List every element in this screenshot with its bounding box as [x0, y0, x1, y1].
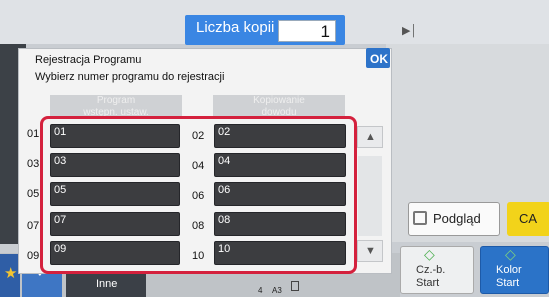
copies-value: 1: [320, 22, 330, 41]
program-number: 01: [27, 128, 40, 140]
star-icon: ★: [4, 265, 18, 282]
diamond-icon: ◇: [505, 246, 516, 262]
ok-label: OK: [370, 52, 388, 66]
dialog-subtitle: Wybierz numer programu do rejestracji: [35, 71, 225, 83]
program-number: 09: [27, 250, 40, 262]
start-color-line1: Kolor: [496, 264, 522, 276]
document-icon: [291, 281, 299, 291]
mini-copies: 4: [258, 286, 263, 295]
scrollbar-track[interactable]: [358, 156, 382, 236]
play-icon[interactable]: ▶│: [402, 24, 417, 37]
program-number: 07: [27, 220, 40, 232]
scroll-up-icon: ▲: [365, 131, 376, 143]
program-number: 05: [27, 188, 40, 200]
diamond-icon: ◇: [424, 246, 435, 262]
start-bw-line1: Cz.-b.: [416, 264, 446, 276]
start-color-line2: Start: [496, 277, 520, 289]
program-number: 03: [27, 158, 40, 170]
preview-label: Podgląd: [433, 211, 481, 226]
dialog-title: Rejestracja Programu: [35, 54, 142, 66]
paper-size: A3: [272, 286, 282, 295]
preview-icon: [413, 211, 427, 225]
scroll-down-icon: ▼: [365, 245, 376, 257]
copies-label: Liczba kopii: [196, 19, 275, 36]
start-bw-line2: Start: [416, 277, 440, 289]
selection-highlight: [40, 116, 357, 274]
other-label: Inne: [96, 278, 118, 290]
clear-all-label: CA: [519, 211, 538, 226]
